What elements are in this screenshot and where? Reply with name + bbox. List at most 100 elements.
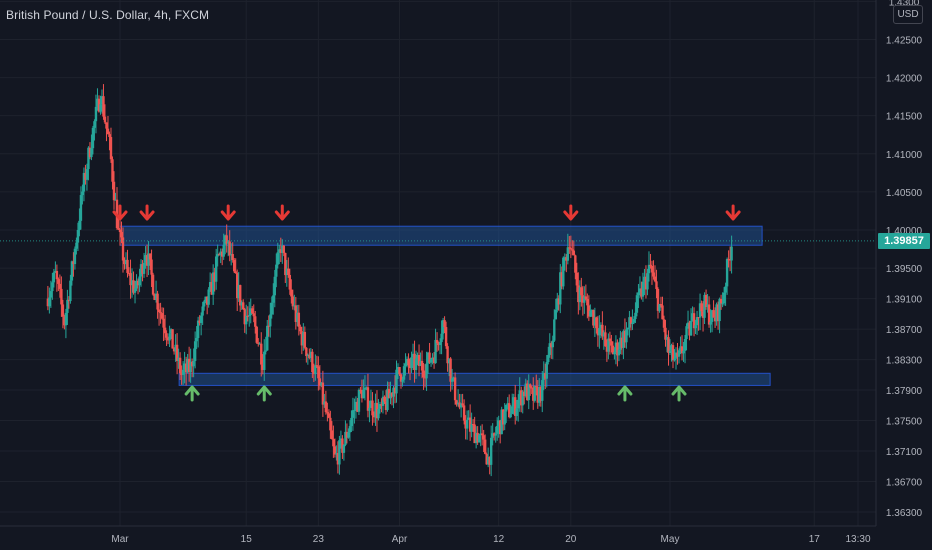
candle-body [371, 400, 374, 416]
candle-body [444, 327, 448, 347]
candle-body [677, 350, 681, 357]
candle-body [269, 314, 272, 327]
support-zone [178, 372, 771, 386]
candle-body [93, 121, 96, 128]
candle-body [126, 259, 129, 273]
candle-body [637, 292, 640, 296]
candle-body [480, 433, 484, 436]
candle-body [159, 312, 162, 314]
candle-body [667, 337, 670, 353]
candle-body [407, 358, 410, 366]
candle-body [150, 259, 153, 275]
candle-body [168, 333, 171, 341]
last-price-tag: 1.39857 [878, 233, 930, 249]
candle-body [509, 413, 512, 418]
candle-body [673, 358, 676, 361]
candle-body [202, 301, 206, 307]
candle-body [138, 276, 141, 286]
candle-body [58, 283, 62, 289]
candle-body [604, 332, 607, 347]
candle-body [402, 366, 406, 380]
candle-body [453, 377, 457, 401]
candle-body [470, 424, 473, 432]
candle-body [133, 288, 137, 293]
y-tick-label: 1.41000 [886, 150, 923, 161]
candle-body [383, 396, 386, 402]
candle-body [99, 104, 102, 112]
candle-body [695, 317, 699, 326]
candle-body [353, 409, 356, 411]
candle-body [652, 272, 655, 277]
candle-body [631, 322, 634, 325]
candle-body [51, 282, 54, 292]
candle-body [401, 379, 404, 382]
candle-body [52, 272, 56, 283]
candle-body [266, 325, 269, 351]
candle-body [329, 417, 332, 431]
candle-body [655, 281, 658, 289]
candle-body [270, 302, 273, 315]
candle-body [160, 313, 164, 319]
candle-body [443, 320, 446, 328]
candle-body [260, 343, 263, 365]
y-tick-label: 1.39100 [886, 295, 923, 306]
candle-body [148, 253, 152, 260]
candle-body [366, 387, 370, 411]
candle-body [327, 413, 331, 418]
candle-body [722, 292, 726, 304]
candle-body [377, 408, 380, 419]
candle-body [103, 116, 107, 123]
candle-body [338, 440, 341, 465]
candle-body [635, 295, 639, 313]
candle-body [299, 326, 302, 332]
candle-body [192, 360, 195, 367]
candle-body [562, 257, 565, 287]
candle-body [505, 404, 508, 412]
y-tick-label: 1.41500 [886, 112, 923, 123]
x-tick-label: 23 [313, 534, 325, 545]
y-tick-label: 1.40500 [886, 188, 923, 199]
candle-body [461, 403, 464, 406]
y-tick-label: 1.38700 [886, 325, 923, 336]
candle-body [199, 315, 203, 323]
candle-body [111, 159, 114, 182]
candle-body [105, 122, 108, 129]
y-tick-label: 1.38300 [886, 356, 923, 367]
y-tick-label: 1.42500 [886, 35, 923, 46]
candle-body [395, 369, 398, 394]
candle-body [157, 309, 161, 313]
candle-body [79, 195, 83, 221]
candle-body [178, 357, 182, 374]
candle-body [553, 319, 556, 341]
x-tick-label: 15 [241, 534, 253, 545]
candle-body [707, 304, 711, 325]
candle-body [228, 241, 231, 256]
y-tick-label: 1.37100 [886, 447, 923, 458]
candle-body [73, 248, 77, 265]
candle-body [719, 298, 723, 304]
candle-body [571, 249, 574, 251]
candle-body [85, 169, 89, 180]
candle-body [69, 280, 72, 302]
candle-body [435, 339, 439, 344]
currency-badge[interactable]: USD [893, 5, 923, 24]
candle-body [511, 406, 514, 414]
candle-body [730, 246, 733, 261]
candle-body [580, 287, 583, 296]
candle-body [547, 354, 550, 363]
candle-body [61, 304, 65, 317]
price-chart[interactable]: 1.43001.425001.420001.415001.410001.4050… [0, 0, 932, 550]
candle-body [586, 299, 589, 306]
candle-body [632, 319, 636, 323]
y-tick-label: 1.39500 [886, 264, 923, 275]
candle-body [572, 250, 576, 256]
candle-body [275, 264, 278, 277]
candle-body [434, 339, 437, 364]
candle-body [276, 252, 279, 265]
candle-body [163, 327, 167, 334]
candle-body [362, 389, 365, 399]
y-tick-label: 1.36300 [886, 508, 923, 519]
candle-body [287, 268, 290, 275]
candle-body [689, 320, 693, 336]
candle-body [142, 262, 146, 274]
